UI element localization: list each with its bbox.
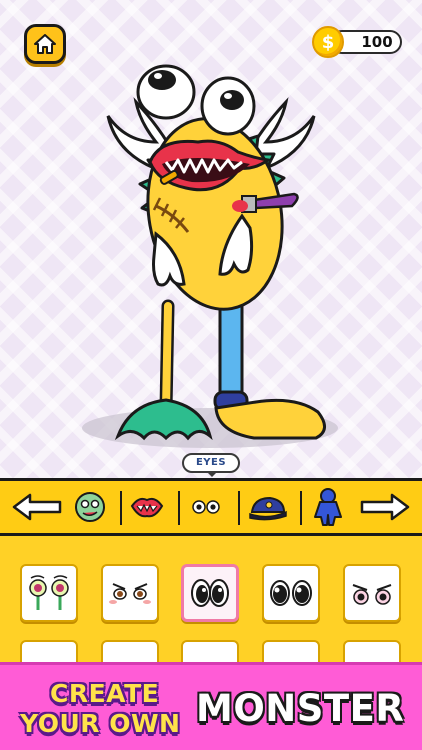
pink-angry-eyes-icon [352,584,392,605]
big-black-eyes-icon [191,579,229,607]
home-icon [34,34,56,54]
category-bar [0,478,422,536]
promo-banner: CREATE YOUR OWN MONSTER [0,662,422,750]
mouth-icon [130,497,164,518]
round-black-eyes-icon [270,580,312,606]
angry-blush-eyes-icon [109,583,151,604]
costume-icon [314,488,342,526]
green-bug-eyes-icon [29,575,69,610]
option-tile[interactable] [343,564,401,622]
eyes-icon [192,500,220,514]
zombie-face-icon [75,492,105,522]
category-divider [120,491,122,525]
hat-icon [249,496,287,521]
category-eyes[interactable] [186,487,226,527]
category-mouth[interactable] [127,487,167,527]
category-zombie-face[interactable] [70,487,110,527]
banner-line-your-own: YOUR OWN [20,709,181,738]
arrow-right-icon[interactable] [360,493,410,521]
category-hat[interactable] [248,487,288,527]
drawing-canvas: 100 $ [0,0,422,478]
category-divider [238,491,240,525]
option-tile[interactable] [20,564,78,622]
category-costume[interactable] [308,487,348,527]
category-label: EYES [182,453,240,477]
banner-line-create: CREATE [50,679,160,708]
monster-character[interactable] [70,56,360,456]
option-tile-selected[interactable] [181,564,239,622]
left-foot [114,398,213,441]
category-divider [178,491,180,525]
coin-counter: 100 $ [312,26,404,58]
category-divider [300,491,302,525]
right-shoe [214,398,326,440]
banner-monster-title: MONSTER [196,687,405,730]
home-button[interactable] [24,24,66,64]
option-tile[interactable] [262,564,320,622]
arrow-left-icon[interactable] [12,493,62,521]
coin-count: 100 [361,33,393,51]
dollar-coin-icon: $ [312,26,344,58]
option-tile[interactable] [101,564,159,622]
